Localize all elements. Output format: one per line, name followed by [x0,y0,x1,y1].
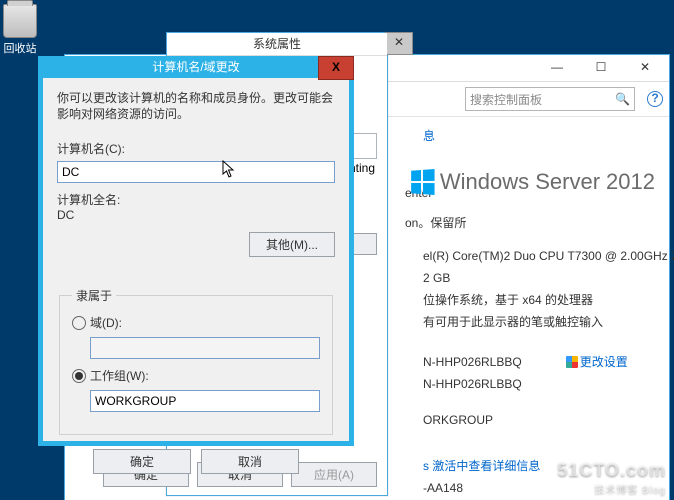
watermark: 51CTO.com 技术博客 Blog [557,460,666,496]
product-brand: Windows Server 2012 [410,169,655,195]
spec-pen: 有可用于此显示器的笔或触控输入 [423,311,674,333]
close-button[interactable]: ✕ [623,58,667,78]
computer-name-label: 计算机名(C): [57,140,335,157]
change-settings-link[interactable]: 更改设置 [566,351,628,373]
sysprop-close-button[interactable]: ✕ [385,32,413,55]
workgroup-radio[interactable] [72,369,86,383]
spec-ram: 2 GB [423,267,674,289]
minimize-button[interactable]: — [535,58,579,78]
other-button[interactable]: 其他(M)... [249,232,335,257]
computer-name-input[interactable] [57,161,335,183]
full-name-label: 计算机全名: [57,191,335,208]
rename-desc: 你可以更改该计算机的名称和成员身份。更改可能会影响对网络资源的访问。 [57,90,335,122]
member-of-fieldset: 隶属于 域(D): 工作组(W): [59,287,333,435]
spec-name1: N-HHP026RLBBQ [423,351,522,373]
search-placeholder: 搜索控制面板 [470,91,542,108]
workgroup-input[interactable] [90,390,320,412]
watermark-brand: 51CTO.com [557,460,666,480]
search-input[interactable]: 搜索控制面板 🔍 [465,87,635,111]
windows-logo-icon [411,169,434,195]
recycle-bin-label: 回收站 [0,40,40,56]
product-year: 2012 [606,169,655,195]
rename-close-button[interactable]: X [318,56,354,80]
spec-wg: ORKGROUP [423,409,674,431]
domain-input[interactable] [90,337,320,359]
rename-ok-button[interactable]: 确定 [93,449,191,474]
recycle-bin-icon [3,4,37,38]
recycle-bin[interactable]: 回收站 [0,4,40,56]
rename-titlebar[interactable]: 计算机名/域更改 X [38,56,354,78]
sysprop-title[interactable]: 系统属性 [167,33,387,56]
spec-cpu: el(R) Core(TM)2 Duo CPU T7300 @ 2.00GHz … [423,245,674,267]
rename-cancel-button[interactable]: 取消 [201,449,299,474]
partial-link[interactable]: 息 [423,127,655,144]
product-name: Windows Server [440,169,600,195]
rename-title: 计算机名/域更改 [152,60,239,74]
workgroup-label: 工作组(W): [90,367,149,384]
rename-dialog: 计算机名/域更改 X 你可以更改该计算机的名称和成员身份。更改可能会影响对网络资… [38,56,354,446]
shield-icon [566,356,578,368]
txt-reserved: on。保留所 [405,214,655,231]
domain-label: 域(D): [90,314,122,331]
domain-radio[interactable] [72,316,86,330]
search-icon: 🔍 [615,92,630,106]
member-of-legend: 隶属于 [72,287,116,304]
spec-name2: N-HHP026RLBBQ [423,373,674,395]
full-name-value: DC [57,208,335,222]
spec-os: 位操作系统，基于 x64 的处理器 [423,289,674,311]
help-icon[interactable]: ? [647,91,663,107]
maximize-button[interactable]: ☐ [579,58,623,78]
watermark-sub: 技术博客 Blog [557,481,666,496]
